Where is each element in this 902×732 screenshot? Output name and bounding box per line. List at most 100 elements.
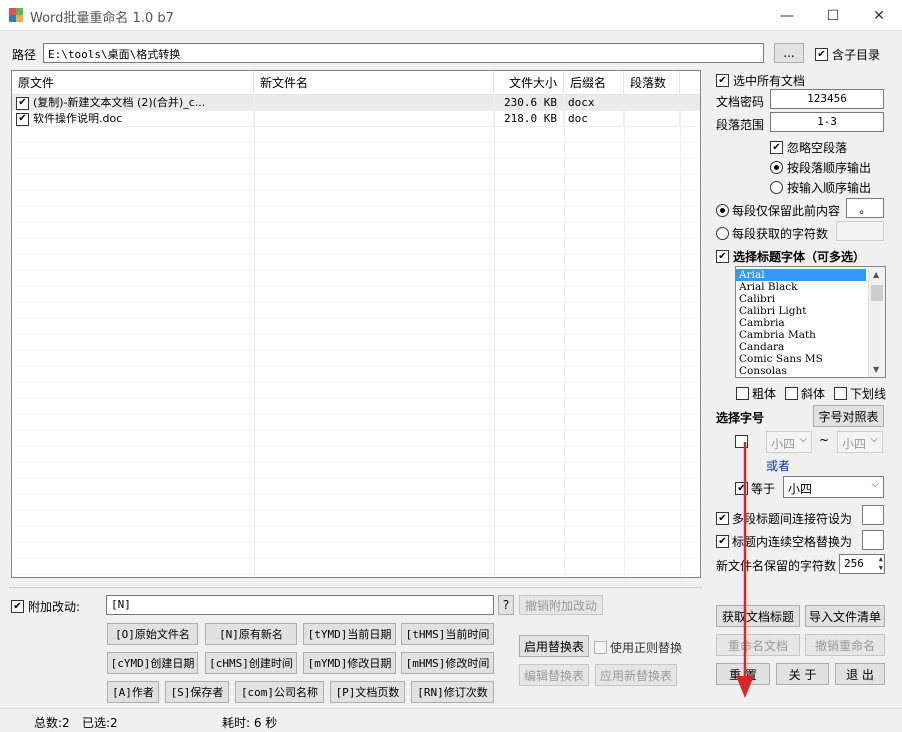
path-input[interactable]: E:\tools\桌面\格式转换 [43, 43, 764, 63]
order-by-para-radio[interactable]: 按段落顺序输出 [770, 159, 871, 176]
doc-password-input[interactable]: 123456 [770, 89, 884, 109]
equals-value: 小四 [788, 482, 812, 496]
browse-button[interactable]: ... [774, 43, 804, 63]
scroll-down-icon[interactable]: ▼ [873, 365, 879, 374]
close-icon: ✕ [873, 8, 885, 24]
italic-checkbox[interactable]: 斜体 [785, 385, 825, 402]
doc-password-label: 文档密码 [716, 93, 764, 110]
grid-empty-lines [12, 127, 701, 578]
use-regex-checkbox[interactable]: 使用正则替换 [594, 639, 682, 656]
check-icon: ✔ [770, 141, 783, 154]
char-count-radio[interactable]: 每段获取的字符数 [716, 225, 828, 242]
size-to-select[interactable]: 小四 ⌵ [837, 431, 883, 453]
size-table-button[interactable]: 字号对照表 [813, 405, 884, 427]
font-item[interactable]: Calibri Light [736, 305, 885, 317]
multi-join-input[interactable] [862, 505, 884, 525]
edit-replace-button[interactable]: 编辑替换表 [519, 664, 589, 686]
undo-rename-button[interactable]: 撤销重命名 [805, 634, 885, 656]
col-original[interactable]: 原文件 [12, 71, 254, 95]
token-button[interactable]: [O]原始文件名 [107, 623, 198, 645]
select-all-checkbox[interactable]: ✔ 选中所有文档 [716, 72, 805, 89]
font-listbox[interactable]: Arial Arial Black Calibri Calibri Light … [735, 266, 886, 378]
token-button[interactable]: [com]公司名称 [235, 681, 324, 703]
help-button[interactable]: ? [498, 595, 514, 615]
font-item[interactable]: Consolas [736, 365, 885, 377]
order-by-input-radio[interactable]: 按输入顺序输出 [770, 179, 871, 196]
window-title: Word批量重命名 1.0 b7 [30, 7, 174, 26]
font-list-scrollbar[interactable]: ▲ ▼ [868, 267, 885, 377]
token-button[interactable]: [cHMS]创建时间 [205, 652, 297, 674]
font-item[interactable]: Cambria [736, 317, 885, 329]
check-icon: ✔ [716, 535, 729, 548]
keep-before-radio[interactable]: 每段仅保留此前内容 [716, 202, 840, 219]
status-total: 总数:2 [34, 714, 70, 731]
close-button[interactable]: ✕ [856, 0, 902, 31]
file-grid[interactable]: 原文件 新文件名 文件大小 后缀名 段落数 ✔ (复制)-新建文本文档 (2)(… [11, 70, 701, 578]
font-item[interactable]: Comic Sans MS [736, 353, 885, 365]
spinner-arrows-icon[interactable]: ▲▼ [879, 555, 883, 573]
minimize-button[interactable]: — [764, 0, 810, 31]
underline-checkbox[interactable]: 下划线 [834, 385, 886, 402]
select-all-label: 选中所有文档 [733, 72, 805, 89]
divider [9, 587, 702, 588]
use-regex-label: 使用正则替换 [610, 639, 682, 656]
bold-checkbox[interactable]: 粗体 [736, 385, 776, 402]
apply-replace-button[interactable]: 应用新替换表 [595, 664, 677, 686]
append-input[interactable]: [N] [106, 595, 494, 615]
para-range-input[interactable]: 1-3 [770, 112, 884, 132]
size-from-select[interactable]: 小四 ⌵ [766, 431, 812, 453]
radio-selected-icon [770, 161, 783, 174]
token-button[interactable]: [RN]修订次数 [411, 681, 494, 703]
font-item[interactable]: Calibri [736, 293, 885, 305]
col-size[interactable]: 文件大小 [494, 71, 564, 95]
row-checkbox[interactable]: ✔ [16, 97, 29, 110]
replace-spaces-input[interactable] [862, 530, 884, 550]
scroll-thumb[interactable] [871, 285, 883, 301]
grid-column-lines [494, 95, 495, 578]
import-list-button[interactable]: 导入文件清单 [805, 605, 885, 627]
maximize-button[interactable]: ☐ [810, 0, 856, 31]
exit-button[interactable]: 退 出 [835, 663, 885, 685]
col-ext[interactable]: 后缀名 [564, 71, 624, 95]
table-row[interactable]: ✔ 软件操作说明.doc 218.0 KB doc [12, 111, 701, 127]
font-item[interactable]: Candara [736, 341, 885, 353]
include-subdirs-checkbox[interactable]: ✔ 含子目录 [815, 46, 880, 63]
app-icon [8, 7, 24, 23]
token-button[interactable]: [A]作者 [107, 681, 159, 703]
font-item[interactable]: Arial [736, 269, 866, 281]
select-title-font-checkbox[interactable]: ✔ 选择标题字体（可多选） [716, 248, 865, 265]
token-button[interactable]: [cYMD]创建日期 [107, 652, 198, 674]
token-button[interactable]: [P]文档页数 [330, 681, 405, 703]
table-row[interactable]: ✔ (复制)-新建文本文档 (2)(合并)_c... 230.6 KB docx [12, 95, 701, 111]
token-button[interactable]: [N]原有新名 [205, 623, 297, 645]
title-bar: Word批量重命名 1.0 b7 — ☐ ✕ [0, 0, 902, 31]
annotation-arrow-icon [730, 440, 760, 705]
enable-replace-button[interactable]: 启用替换表 [519, 635, 589, 657]
token-button[interactable]: [S]保存者 [165, 681, 229, 703]
chevron-down-icon: ⌵ [870, 434, 878, 445]
status-elapsed: 耗时: 6 秒 [222, 714, 277, 731]
about-button[interactable]: 关 于 [776, 663, 829, 685]
font-item[interactable]: Arial Black [736, 281, 885, 293]
undo-append-button[interactable]: 撤销附加改动 [519, 595, 603, 615]
col-new-name[interactable]: 新文件名 [254, 71, 494, 95]
row-checkbox[interactable]: ✔ [16, 113, 29, 126]
ignore-empty-checkbox[interactable]: ✔ 忽略空段落 [770, 139, 847, 156]
bold-label: 粗体 [752, 385, 776, 402]
col-paragraphs[interactable]: 段落数 [624, 71, 680, 95]
status-selected: 已选:2 [82, 714, 118, 731]
font-item[interactable]: Cambria Math [736, 329, 885, 341]
token-button[interactable]: [mHMS]修改时间 [401, 652, 494, 674]
token-button[interactable]: [tHMS]当前时间 [401, 623, 494, 645]
token-button[interactable]: [tYMD]当前日期 [303, 623, 396, 645]
max-chars-spinner[interactable]: 256 ▲▼ [839, 554, 885, 574]
append-checkbox[interactable]: ✔ 附加改动: [11, 598, 80, 615]
equals-select[interactable]: 小四 ⌵ [783, 476, 884, 498]
chevron-down-icon: ⌵ [799, 434, 807, 445]
char-count-input[interactable] [836, 221, 884, 241]
select-title-font-label: 选择标题字体（可多选） [733, 248, 865, 265]
scroll-up-icon[interactable]: ▲ [873, 270, 879, 279]
token-button[interactable]: [mYMD]修改日期 [303, 652, 396, 674]
keep-before-input[interactable]: 。 [846, 198, 884, 218]
cell-size: 230.6 KB [494, 95, 564, 111]
